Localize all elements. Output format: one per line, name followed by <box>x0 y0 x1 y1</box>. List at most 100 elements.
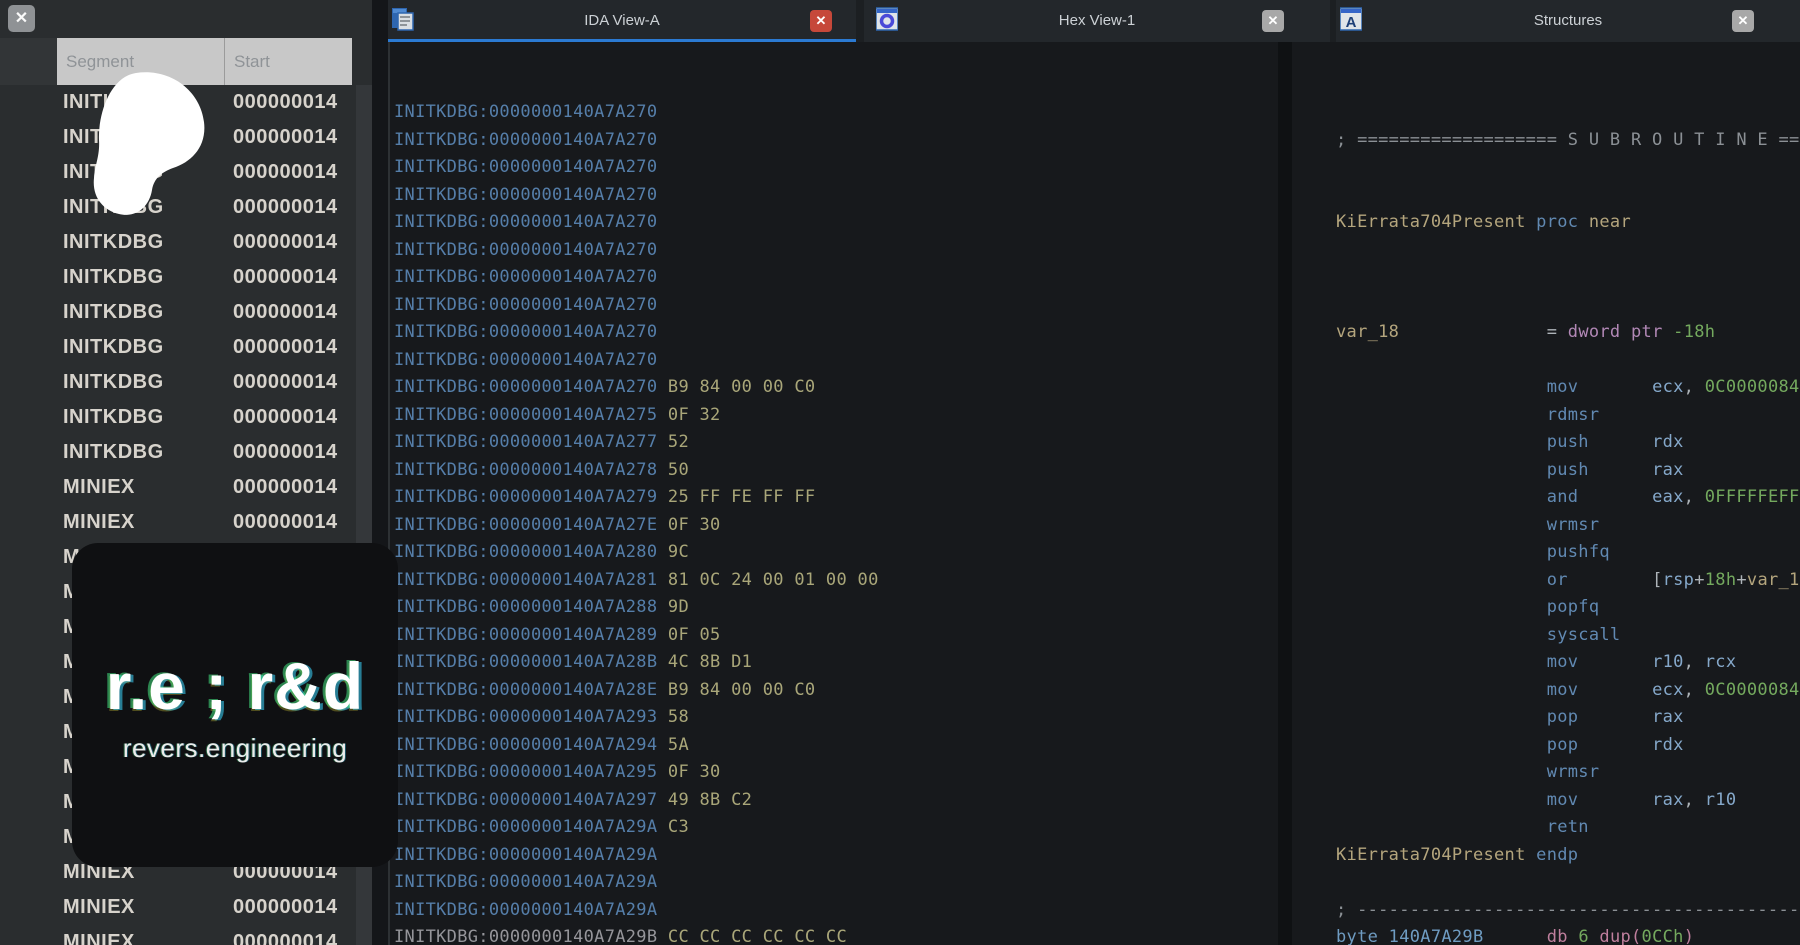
code-line[interactable]: ; --------------------------------------… <box>1336 897 1800 925</box>
disasm-line[interactable]: INITKDBG:0000000140A7A270 <box>394 347 1278 375</box>
disasm-line[interactable]: INITKDBG:0000000140A7A297 49 8B C2 <box>394 787 1278 815</box>
table-row[interactable]: INITKDBG000000014 <box>0 435 356 470</box>
table-row[interactable]: INITKDBG000000014 <box>0 330 356 365</box>
table-row[interactable]: INITKDBG000000014 <box>0 365 356 400</box>
code-token: popfq <box>1547 597 1600 617</box>
code-line[interactable]: KiErrata704Present endp <box>1336 842 1800 870</box>
disasm-line[interactable]: INITKDBG:0000000140A7A29A C3 <box>394 814 1278 842</box>
disasm-bytes: 0F 05 <box>657 625 720 645</box>
code-line[interactable]: byte_140A7A29B db 6 dup(0CCh) <box>1336 924 1800 945</box>
disasm-line[interactable]: INITKDBG:0000000140A7A29A <box>394 869 1278 897</box>
code-line[interactable] <box>1336 264 1800 292</box>
disasm-address: INITKDBG:0000000140A7A270 <box>394 295 657 315</box>
disasm-line[interactable]: INITKDBG:0000000140A7A270 <box>394 154 1278 182</box>
start-cell: 000000014 <box>233 365 338 400</box>
code-line[interactable] <box>1336 292 1800 320</box>
start-cell: 000000014 <box>233 225 338 260</box>
disasm-line[interactable]: INITKDBG:0000000140A7A277 52 <box>394 429 1278 457</box>
code-line[interactable] <box>1336 154 1800 182</box>
code-token: ; --------------------------------------… <box>1336 900 1800 920</box>
code-token: , <box>1684 377 1705 397</box>
code-line[interactable]: pop rax <box>1336 704 1800 732</box>
disasm-line[interactable]: INITKDBG:0000000140A7A28B 4C 8B D1 <box>394 649 1278 677</box>
disasm-line[interactable]: INITKDBG:0000000140A7A270 <box>394 182 1278 210</box>
close-segments-panel-button[interactable]: ✕ <box>8 5 35 32</box>
code-line[interactable]: syscall <box>1336 622 1800 650</box>
table-row[interactable]: MINIEX000000014 <box>0 890 356 925</box>
code-line[interactable]: push rdx <box>1336 429 1800 457</box>
disasm-line[interactable]: INITKDBG:0000000140A7A278 50 <box>394 457 1278 485</box>
tab-ida-view-a[interactable]: IDA View-A ✕ <box>388 0 856 42</box>
table-row[interactable]: MINIEX000000014 <box>0 505 356 540</box>
code-line[interactable]: pushfq <box>1336 539 1800 567</box>
code-line[interactable]: or [rsp+18h+var_18], 100h <box>1336 567 1800 595</box>
code-line[interactable] <box>1336 347 1800 375</box>
table-row[interactable]: INITKDBG000000014 <box>0 260 356 295</box>
code-line[interactable]: wrmsr <box>1336 512 1800 540</box>
close-tab-button[interactable]: ✕ <box>1262 10 1284 32</box>
disasm-line[interactable]: INITKDBG:0000000140A7A295 0F 30 <box>394 759 1278 787</box>
code-line[interactable]: and eax, 0FFFFFEFFh <box>1336 484 1800 512</box>
tab-hex-view-1[interactable]: Hex View-1 ✕ <box>864 0 1330 42</box>
function-code-pane: ; =================== S U B R O U T I N … <box>1292 42 1800 945</box>
table-row[interactable]: INITKDBG000000014 <box>0 225 356 260</box>
code-token: r10 <box>1652 652 1684 672</box>
disasm-line[interactable]: INITKDBG:0000000140A7A294 5A <box>394 732 1278 760</box>
code-line[interactable]: var_18 = dword ptr -18h <box>1336 319 1800 347</box>
disasm-line[interactable]: INITKDBG:0000000140A7A280 9C <box>394 539 1278 567</box>
disasm-line[interactable]: INITKDBG:0000000140A7A270 <box>394 237 1278 265</box>
disasm-line[interactable]: INITKDBG:0000000140A7A288 9D <box>394 594 1278 622</box>
close-tab-button[interactable]: ✕ <box>1732 10 1754 32</box>
disasm-line[interactable]: INITKDBG:0000000140A7A275 0F 32 <box>394 402 1278 430</box>
disasm-address: INITKDBG:0000000140A7A275 <box>394 405 657 425</box>
disasm-line[interactable]: INITKDBG:0000000140A7A279 25 FF FE FF FF <box>394 484 1278 512</box>
disasm-line[interactable]: INITKDBG:0000000140A7A270 <box>394 127 1278 155</box>
code-line[interactable]: mov ecx, 0C0000084h <box>1336 374 1800 402</box>
code-line[interactable]: mov ecx, 0C0000084h <box>1336 677 1800 705</box>
code-token: and <box>1547 487 1652 507</box>
table-row[interactable]: MINIEX000000014 <box>0 925 356 945</box>
pane-divider[interactable] <box>1278 42 1292 945</box>
disasm-line[interactable]: INITKDBG:0000000140A7A29B CC CC CC CC CC… <box>394 924 1278 945</box>
code-token: KiErrata704Present <box>1336 845 1536 865</box>
code-line[interactable]: push rax <box>1336 457 1800 485</box>
code-line[interactable] <box>1336 237 1800 265</box>
disasm-line[interactable]: INITKDBG:0000000140A7A281 81 0C 24 00 01… <box>394 567 1278 595</box>
disasm-line[interactable]: INITKDBG:0000000140A7A270 B9 84 00 00 C0 <box>394 374 1278 402</box>
table-row[interactable]: MINIEX000000014 <box>0 470 356 505</box>
code-line[interactable]: pop rdx <box>1336 732 1800 760</box>
disasm-line[interactable]: INITKDBG:0000000140A7A29A <box>394 897 1278 925</box>
code-line[interactable]: retn <box>1336 814 1800 842</box>
disasm-line[interactable]: INITKDBG:0000000140A7A29A <box>394 842 1278 870</box>
code-line[interactable] <box>1336 869 1800 897</box>
start-cell: 000000014 <box>233 400 338 435</box>
disasm-bytes: 5A <box>657 735 689 755</box>
code-token: rdx <box>1652 432 1684 452</box>
column-header-start[interactable]: Start <box>224 38 352 85</box>
disasm-line[interactable]: INITKDBG:0000000140A7A270 <box>394 264 1278 292</box>
code-line[interactable]: rdmsr <box>1336 402 1800 430</box>
table-row[interactable]: INITKDBG000000014 <box>0 400 356 435</box>
code-line[interactable]: mov r10, rcx <box>1336 649 1800 677</box>
disasm-line[interactable]: INITKDBG:0000000140A7A293 58 <box>394 704 1278 732</box>
disasm-line[interactable]: INITKDBG:0000000140A7A289 0F 05 <box>394 622 1278 650</box>
tab-structures[interactable]: A Structures ✕ <box>1336 0 1800 42</box>
code-token: 0CCh <box>1642 927 1684 945</box>
disasm-line[interactable]: INITKDBG:0000000140A7A270 <box>394 209 1278 237</box>
code-line[interactable]: mov rax, r10 <box>1336 787 1800 815</box>
start-cell: 000000014 <box>233 470 338 505</box>
table-row[interactable]: INITKDBG000000014 <box>0 295 356 330</box>
disasm-line[interactable]: INITKDBG:0000000140A7A28E B9 84 00 00 C0 <box>394 677 1278 705</box>
close-tab-button[interactable]: ✕ <box>810 10 832 32</box>
code-line[interactable] <box>1336 182 1800 210</box>
disasm-line[interactable]: INITKDBG:0000000140A7A270 <box>394 319 1278 347</box>
code-line[interactable]: KiErrata704Present proc near <box>1336 209 1800 237</box>
code-line[interactable]: popfq <box>1336 594 1800 622</box>
disasm-line[interactable]: INITKDBG:0000000140A7A270 <box>394 292 1278 320</box>
disasm-address: INITKDBG:0000000140A7A281 <box>394 570 657 590</box>
code-line[interactable]: wrmsr <box>1336 759 1800 787</box>
code-line[interactable]: ; =================== S U B R O U T I N … <box>1336 127 1800 155</box>
code-line[interactable] <box>1336 99 1800 127</box>
disasm-line[interactable]: INITKDBG:0000000140A7A270 <box>394 99 1278 127</box>
disasm-line[interactable]: INITKDBG:0000000140A7A27E 0F 30 <box>394 512 1278 540</box>
